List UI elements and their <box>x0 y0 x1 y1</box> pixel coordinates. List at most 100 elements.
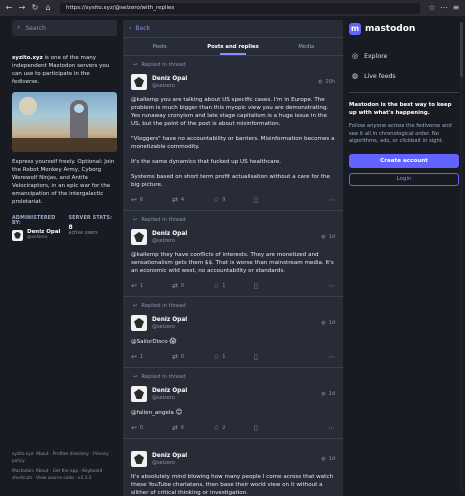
status-header: Deniz Opal @selzero ◍ 20h <box>131 74 335 90</box>
status-content: @fallen_angela 😊 <box>131 408 335 417</box>
avatar[interactable] <box>131 229 147 245</box>
bookmark-icon[interactable]: ☆ <box>427 3 437 13</box>
boost-button[interactable]: ⇄ 6 <box>172 424 213 432</box>
bookmark-button[interactable]: ▯ <box>254 282 295 290</box>
status-time[interactable]: ◍ 20h <box>318 79 335 85</box>
status-time[interactable]: ◍ 1d <box>321 320 335 326</box>
mention-link[interactable]: @SailorDisco <box>131 339 168 345</box>
favourite-button[interactable]: ☆ 9 <box>213 196 254 204</box>
author-name[interactable]: Deniz Opal <box>152 316 187 324</box>
author-name[interactable]: Deniz Opal <box>152 452 187 460</box>
status-paragraph: "Vloggers" have no accountability or bar… <box>131 136 335 150</box>
status-actions: ↩ 6 ⇄ 4 ☆ 9 ▯ ⋯ <box>131 196 335 204</box>
status-time[interactable]: ◍ 1d <box>321 234 335 240</box>
status-item[interactable]: ↩ Replied in thread Deniz Opal @selzero … <box>123 56 343 211</box>
forward-arrow-icon[interactable]: → <box>17 3 27 13</box>
reply-button[interactable]: ↩ 0 <box>131 424 172 432</box>
status-item[interactable]: ↩ Replied in thread Deniz Opal @selzero … <box>123 211 343 297</box>
login-button[interactable]: Login <box>349 172 459 186</box>
bookmark-button[interactable]: ▯ <box>254 424 295 432</box>
boost-count: 4 <box>180 197 185 203</box>
avatar[interactable] <box>131 74 147 90</box>
status-content: @kallemp they have conflicts of interest… <box>131 251 335 275</box>
status-content: @SailorDisco 😱 <box>131 337 335 346</box>
bookmark-icon: ▯ <box>254 353 258 361</box>
more-options-icon[interactable]: ⋯ <box>328 424 335 432</box>
scrollbar-thumb[interactable] <box>460 22 463 77</box>
mastodon-logo[interactable]: m mastodon <box>349 20 459 38</box>
more-options-icon[interactable]: ⋯ <box>328 353 335 361</box>
nav-explore[interactable]: ◎ Explore <box>349 46 459 66</box>
tab-posts[interactable]: Posts <box>123 38 196 55</box>
globe-icon: ◍ <box>321 234 326 240</box>
avatar[interactable] <box>131 386 147 402</box>
create-account-button[interactable]: Create account <box>349 153 459 168</box>
home-icon[interactable]: ⌂ <box>43 3 53 13</box>
status-header: Deniz Opal @selzero ◍ 1d <box>131 229 335 245</box>
boost-button[interactable]: ⇄ 0 <box>172 353 213 361</box>
scream-emoji: 😱 <box>169 337 177 345</box>
favourite-count: 1 <box>222 354 226 360</box>
status-time[interactable]: ◍ 1d <box>321 456 335 462</box>
footer-server-links[interactable]: syzito.xyz: About · Profiles directory ·… <box>12 452 117 465</box>
avatar[interactable] <box>131 451 147 467</box>
favourite-button[interactable]: ☆ 1 <box>213 353 254 361</box>
boost-icon: ⇄ <box>172 282 178 290</box>
back-button[interactable]: ‹ Back <box>123 20 343 38</box>
search-icon: ⌕ <box>17 24 21 31</box>
tab-posts-and-replies[interactable]: Posts and replies <box>196 38 269 55</box>
author-handle: @selzero <box>152 237 175 244</box>
bookmark-button[interactable]: ▯ <box>254 196 295 204</box>
status-actions: ↩ 1 ⇄ 0 ☆ 1 ▯ ⋯ <box>131 353 335 361</box>
more-options-icon[interactable]: ⋯ <box>328 282 335 290</box>
address-bar[interactable]: https://sysito.xyz/@selzero/with_replies <box>60 2 420 14</box>
reload-icon[interactable]: ↻ <box>30 3 40 13</box>
bookmark-button[interactable]: ▯ <box>254 353 295 361</box>
server-about: syzito.xyz is one of the many independen… <box>12 54 117 86</box>
status-header: Deniz Opal @selzero ◍ 1d <box>131 386 335 402</box>
status-item[interactable]: ↩ Replied in thread Deniz Opal @selzero … <box>123 297 343 368</box>
avatar <box>12 229 23 241</box>
search-input[interactable]: ⌕ Search <box>12 20 117 36</box>
menu-icon[interactable]: ≡ <box>451 3 461 13</box>
logo-text: mastodon <box>365 24 416 34</box>
favourite-button[interactable]: ☆ 1 <box>213 282 254 290</box>
status-item[interactable]: Deniz Opal @selzero ◍ 1d It's absolutely… <box>123 439 343 496</box>
favourite-button[interactable]: ☆ 2 <box>213 424 254 432</box>
status-item[interactable]: ↩ Replied in thread Deniz Opal @selzero … <box>123 368 343 439</box>
mention-link[interactable]: @fallen_angela <box>131 410 174 416</box>
more-options-icon[interactable]: ⋯ <box>328 196 335 204</box>
author-name[interactable]: Deniz Opal <box>152 230 187 238</box>
boost-count: 0 <box>180 354 185 360</box>
star-icon: ☆ <box>213 353 220 361</box>
author-name[interactable]: Deniz Opal <box>152 75 187 83</box>
promo-title: Mastodon is the best way to keep up with… <box>349 102 452 116</box>
status-paragraph: @kallemp they have conflicts of interest… <box>131 252 334 274</box>
author-name[interactable]: Deniz Opal <box>152 387 187 395</box>
server-domain[interactable]: syzito.xyz <box>12 55 43 61</box>
footer: syzito.xyz: About · Profiles directory ·… <box>12 452 117 486</box>
status-time[interactable]: ◍ 1d <box>321 391 335 397</box>
server-info: ADMINISTERED BY: Deniz Opal @selzero SER… <box>12 216 117 241</box>
footer-mastodon-links[interactable]: Mastodon: About · Get the app · Keyboard… <box>12 469 117 482</box>
reply-icon: ↩ <box>133 62 138 68</box>
scrollbar[interactable] <box>460 22 463 492</box>
hero-planet <box>19 97 37 115</box>
status-actions: ↩ 1 ⇄ 0 ☆ 1 ▯ ⋯ <box>131 282 335 290</box>
boost-button[interactable]: ⇄ 0 <box>172 282 213 290</box>
reply-button[interactable]: ↩ 1 <box>131 282 172 290</box>
admin-card[interactable]: Deniz Opal @selzero <box>12 229 61 241</box>
avatar[interactable] <box>131 315 147 331</box>
reply-icon: ↩ <box>133 374 138 380</box>
boost-button[interactable]: ⇄ 4 <box>172 196 213 204</box>
reply-button[interactable]: ↩ 6 <box>131 196 172 204</box>
back-arrow-icon[interactable]: ← <box>4 3 14 13</box>
star-icon: ☆ <box>213 196 220 204</box>
time-label: 1d <box>328 456 335 462</box>
globe-icon: ◍ <box>321 320 326 326</box>
nav-live-feeds[interactable]: ◍ Live feeds <box>349 66 459 86</box>
reply-button[interactable]: ↩ 1 <box>131 353 172 361</box>
bookmark-icon: ▯ <box>254 424 258 432</box>
extensions-icon[interactable]: ⋯ <box>439 3 449 13</box>
tab-media[interactable]: Media <box>270 38 343 55</box>
